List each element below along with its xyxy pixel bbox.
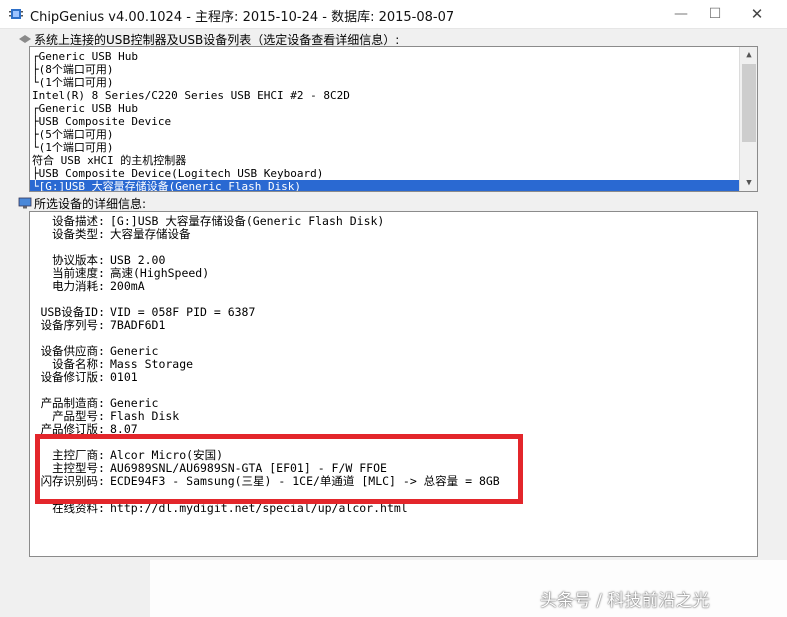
detail-row: 设备名称: Mass Storage: [30, 358, 750, 371]
detail-row-label: 电力消耗:: [52, 279, 105, 293]
detail-row-label: 闪存识别码:: [40, 474, 105, 488]
chip-icon: [9, 9, 23, 19]
detail-row-value: ECDE94F3 - Samsung(三星) - 1CE/单通道 [MLC] -…: [110, 474, 500, 488]
device-list-item[interactable]: └[G:]USB 大容量存储设备(Generic Flash Disk): [30, 180, 741, 191]
device-list-item[interactable]: 符合 USB xHCI 的主机控制器: [30, 154, 186, 167]
detail-row: 设备修订版: 0101: [30, 371, 750, 384]
list-scrollbar[interactable]: ▲ ▼: [739, 47, 757, 191]
detail-row-label: 设备序列号:: [40, 318, 105, 332]
detail-row-value: 8.07: [110, 422, 138, 436]
close-button[interactable]: ✕: [742, 4, 772, 24]
detail-row-value: 0101: [110, 370, 138, 384]
detail-row-label: 产品修订版:: [40, 422, 105, 436]
device-list-item[interactable]: ├USB Composite Device: [30, 115, 171, 128]
device-list-item[interactable]: ┌Generic USB Hub: [30, 102, 138, 115]
client-area: 系统上连接的USB控制器及USB设备列表（选定设备查看详细信息）: ┌Gener…: [0, 29, 787, 617]
scroll-thumb[interactable]: [742, 64, 756, 142]
scroll-up-icon[interactable]: ▲: [740, 47, 757, 63]
detail-row-label: 设备类型:: [52, 227, 105, 241]
usb-icon: [19, 35, 31, 43]
device-list-item[interactable]: ┌Generic USB Hub: [30, 50, 138, 63]
detail-row: 设备序列号: 7BADF6D1: [30, 319, 750, 332]
detail-row: 电力消耗: 200mA: [30, 280, 750, 293]
monitor-icon: [18, 197, 32, 209]
watermark: 头条号 / 科技前沿之光: [540, 591, 710, 611]
detail-row-value: 7BADF6D1: [110, 318, 166, 332]
device-list-item[interactable]: └(1个端口可用): [30, 76, 114, 89]
detail-row: 设备类型: 大容量存储设备: [30, 228, 750, 241]
detail-row: 产品修订版: 8.07: [30, 423, 750, 436]
detail-row-value: 大容量存储设备: [110, 227, 191, 241]
device-list-item[interactable]: ├USB Composite Device(Logitech USB Keybo…: [30, 167, 323, 180]
detail-row: 闪存识别码: ECDE94F3 - Samsung(三星) - 1CE/单通道 […: [30, 475, 750, 488]
minimize-button[interactable]: —: [666, 4, 696, 24]
detail-row-value: 200mA: [110, 279, 145, 293]
title-bar: ChipGenius v4.00.1024 - 主程序: 2015-10-24 …: [0, 0, 787, 29]
detail-row-value[interactable]: http://dl.mydigit.net/special/up/alcor.h…: [110, 502, 408, 515]
scroll-down-icon[interactable]: ▼: [740, 175, 757, 191]
detail-panel[interactable]: 设备描述: [G:]USB 大容量存储设备(Generic Flash Disk)…: [29, 211, 758, 557]
detail-row: 在线资料: http://dl.mydigit.net/special/up/al…: [30, 502, 750, 515]
device-list-item[interactable]: ├(5个端口可用): [30, 128, 114, 141]
device-list[interactable]: ┌Generic USB Hub ├(8个端口可用) └(1个端口可用) Inte…: [29, 46, 758, 192]
detail-label: 所选设备的详细信息:: [34, 197, 147, 211]
device-list-item[interactable]: └(1个端口可用): [30, 141, 114, 154]
maximize-button[interactable]: ☐: [700, 4, 730, 24]
detail-row-label: 在线资料:: [52, 501, 105, 515]
device-list-item[interactable]: Intel(R) 8 Series/C220 Series USB EHCI #…: [30, 89, 350, 102]
window-title: ChipGenius v4.00.1024 - 主程序: 2015-10-24 …: [30, 10, 455, 25]
detail-row: 产品型号: Flash Disk: [30, 410, 750, 423]
device-list-item[interactable]: ├(8个端口可用): [30, 63, 114, 76]
detail-row-label: 设备修订版:: [40, 370, 105, 384]
